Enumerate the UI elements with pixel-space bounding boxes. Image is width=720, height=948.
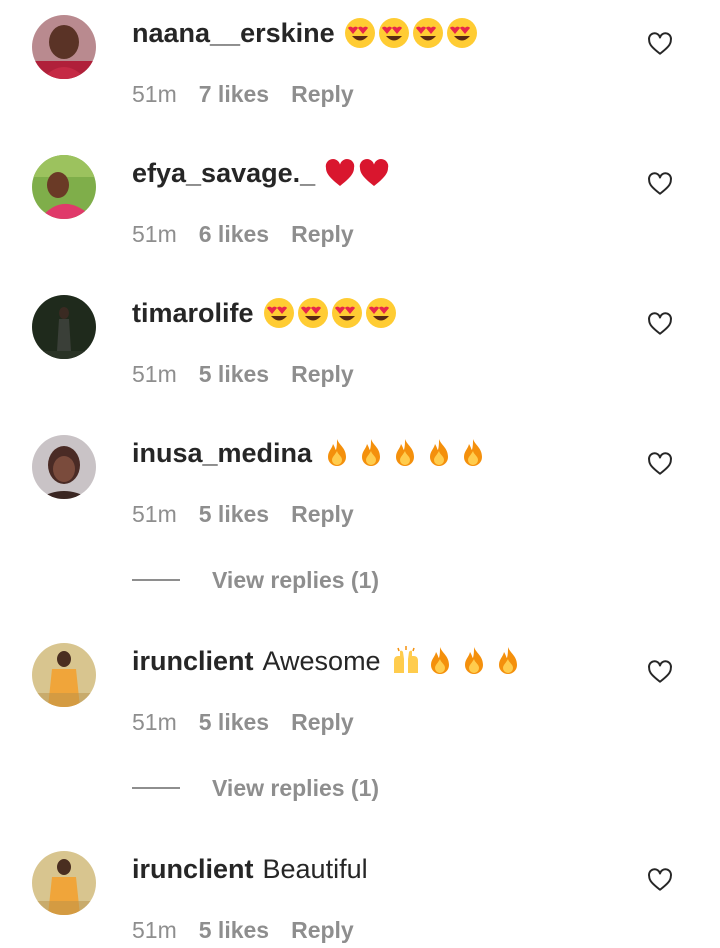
heart-eyes-emoji: [331, 297, 363, 329]
comment-likes[interactable]: 5 likes: [199, 500, 269, 528]
comment-main-line: irunclient Beautiful: [132, 852, 368, 886]
reply-button[interactable]: Reply: [291, 80, 354, 108]
comment-username[interactable]: irunclient: [132, 852, 254, 886]
comment-meta: 51m 5 likes Reply: [132, 708, 354, 736]
comment-main-line: irunclient Awesome: [132, 644, 524, 678]
reply-button[interactable]: Reply: [291, 708, 354, 736]
red-heart-emoji: [358, 157, 390, 189]
like-heart-icon[interactable]: [647, 311, 673, 337]
view-replies-button[interactable]: View replies (1): [132, 565, 379, 595]
fire-emoji: [389, 437, 421, 469]
heart-eyes-emoji: [446, 17, 478, 49]
view-replies-label[interactable]: View replies (1): [212, 567, 379, 594]
comment-emojis: [344, 17, 478, 49]
reply-button[interactable]: Reply: [291, 916, 354, 944]
heart-eyes-emoji: [378, 17, 410, 49]
comment-likes[interactable]: 5 likes: [199, 360, 269, 388]
like-heart-icon[interactable]: [647, 31, 673, 57]
avatar[interactable]: [32, 155, 96, 219]
view-replies-label[interactable]: View replies (1): [212, 775, 379, 802]
comment-time: 51m: [132, 221, 177, 247]
fire-emoji: [457, 437, 489, 469]
avatar[interactable]: [32, 643, 96, 707]
comment-username[interactable]: irunclient: [132, 644, 254, 678]
comment-meta: 51m 6 likes Reply: [132, 220, 354, 248]
comment-time: 51m: [132, 81, 177, 107]
view-replies-divider: [132, 787, 180, 789]
avatar[interactable]: [32, 295, 96, 359]
comment-meta: 51m 7 likes Reply: [132, 80, 354, 108]
heart-eyes-emoji: [412, 17, 444, 49]
comment-username[interactable]: efya_savage._: [132, 156, 315, 190]
fire-emoji: [424, 645, 456, 677]
avatar[interactable]: [32, 15, 96, 79]
comment-main-line: efya_savage._: [132, 156, 390, 190]
view-replies-divider: [132, 579, 180, 581]
avatar[interactable]: [32, 435, 96, 499]
heart-eyes-emoji: [344, 17, 376, 49]
comment-time: 51m: [132, 501, 177, 527]
comment-meta: 51m 5 likes Reply: [132, 500, 354, 528]
comment-likes[interactable]: 5 likes: [199, 916, 269, 944]
comment-time: 51m: [132, 361, 177, 387]
heart-eyes-emoji: [365, 297, 397, 329]
comment-username[interactable]: timarolife: [132, 296, 254, 330]
view-replies-button[interactable]: View replies (1): [132, 773, 379, 803]
comment-username[interactable]: naana__erskine: [132, 16, 335, 50]
comment-main-line: timarolife: [132, 296, 397, 330]
reply-button[interactable]: Reply: [291, 220, 354, 248]
comment-emojis: [321, 437, 489, 469]
comment-likes[interactable]: 6 likes: [199, 220, 269, 248]
raising-hands-emoji: [390, 645, 422, 677]
comment-emojis: [263, 297, 397, 329]
comment-time: 51m: [132, 917, 177, 943]
red-heart-emoji: [324, 157, 356, 189]
like-heart-icon[interactable]: [647, 659, 673, 685]
comment-text: Beautiful: [262, 854, 368, 884]
comment-likes[interactable]: 5 likes: [199, 708, 269, 736]
comment-username[interactable]: inusa_medina: [132, 436, 312, 470]
fire-emoji: [355, 437, 387, 469]
comment-meta: 51m 5 likes Reply: [132, 916, 354, 944]
reply-button[interactable]: Reply: [291, 360, 354, 388]
like-heart-icon[interactable]: [647, 451, 673, 477]
heart-eyes-emoji: [297, 297, 329, 329]
comment-text: Awesome: [262, 646, 381, 676]
fire-emoji: [321, 437, 353, 469]
fire-emoji: [492, 645, 524, 677]
reply-button[interactable]: Reply: [291, 500, 354, 528]
avatar[interactable]: [32, 851, 96, 915]
heart-eyes-emoji: [263, 297, 295, 329]
comment-main-line: naana__erskine: [132, 16, 478, 50]
fire-emoji: [423, 437, 455, 469]
comment-emojis: [324, 157, 390, 189]
comment-likes[interactable]: 7 likes: [199, 80, 269, 108]
comment-meta: 51m 5 likes Reply: [132, 360, 354, 388]
like-heart-icon[interactable]: [647, 171, 673, 197]
comment-emojis: [390, 645, 524, 677]
like-heart-icon[interactable]: [647, 867, 673, 893]
fire-emoji: [458, 645, 490, 677]
comment-time: 51m: [132, 709, 177, 735]
comment-main-line: inusa_medina: [132, 436, 489, 470]
